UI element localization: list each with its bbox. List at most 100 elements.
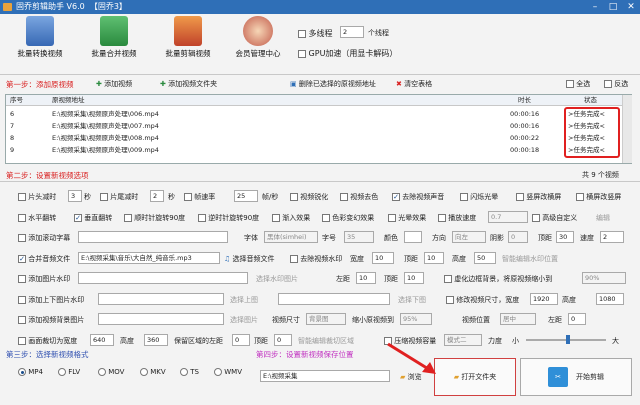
- decolor-checkbox[interactable]: [340, 193, 348, 201]
- bottom-image-input[interactable]: [278, 293, 390, 305]
- color-change-checkbox[interactable]: [322, 214, 330, 222]
- speed2-select[interactable]: 2: [600, 231, 624, 243]
- horizontal-option[interactable]: 横屏改竖屏: [576, 192, 621, 202]
- rot90ccw-checkbox[interactable]: [198, 214, 206, 222]
- font-select[interactable]: 黑体(simhei): [264, 231, 318, 243]
- bg-image-checkbox[interactable]: [18, 316, 26, 324]
- clear-table-button[interactable]: ✖ 清空表格: [396, 79, 432, 89]
- remove-audio-checkbox[interactable]: [392, 193, 400, 201]
- choose-bottom-button[interactable]: 选择下图: [398, 295, 426, 305]
- crop-checkbox[interactable]: [18, 337, 26, 345]
- scroll-sub-input[interactable]: [78, 231, 228, 243]
- mode-select[interactable]: 模式二: [444, 334, 482, 346]
- vflip-option[interactable]: 垂直翻转: [74, 213, 112, 223]
- decolor-option[interactable]: 视频去色: [340, 192, 378, 202]
- start-edit-button[interactable]: ✂ 开始剪辑: [520, 358, 632, 396]
- add-folder-button[interactable]: ✚ 添加视频文件夹: [160, 79, 217, 89]
- batch-convert-button[interactable]: 批量转换视频: [10, 16, 70, 59]
- table-row[interactable]: 7 E:\视频采集\视频原声处理\007.mp4 00:00:16 >任务完成<: [6, 121, 622, 132]
- radio-mp4[interactable]: [18, 368, 26, 376]
- radio-flv[interactable]: [58, 368, 66, 376]
- gpu-option[interactable]: GPU加速（用显卡解码）: [298, 48, 397, 59]
- head-cut-checkbox[interactable]: [18, 193, 26, 201]
- choose-audio-button[interactable]: ♫ 选择音频文件: [224, 254, 275, 264]
- merge-audio-option[interactable]: 合并音频文件: [18, 254, 70, 264]
- hflip-checkbox[interactable]: [18, 214, 26, 222]
- wm-width-input[interactable]: 10: [372, 252, 394, 264]
- edit-button[interactable]: 编辑: [596, 213, 610, 223]
- bg-image-input[interactable]: [98, 313, 224, 325]
- shadow-select[interactable]: 0: [508, 231, 528, 243]
- table-row[interactable]: 9 E:\视频采集\视频原声处理\009.mp4 00:00:18 >任务完成<: [6, 145, 622, 156]
- format-flv[interactable]: FLV: [58, 368, 80, 376]
- radio-wmv[interactable]: [214, 368, 222, 376]
- flash-checkbox[interactable]: [460, 193, 468, 201]
- img-left-input[interactable]: 10: [356, 272, 376, 284]
- radio-ts[interactable]: [180, 368, 188, 376]
- top-image-input[interactable]: [98, 293, 224, 305]
- crop-width-input[interactable]: 640: [90, 334, 114, 346]
- format-mov[interactable]: MOV: [98, 368, 124, 376]
- image-wm-option[interactable]: 添加图片水印: [18, 274, 70, 284]
- tail-cut-input[interactable]: 2: [150, 190, 164, 202]
- remove-wm-checkbox[interactable]: [290, 255, 298, 263]
- modify-res-checkbox[interactable]: [446, 296, 454, 304]
- shrink-select[interactable]: 95%: [400, 313, 432, 325]
- smart-wm-button[interactable]: 智能编辑水印位置: [502, 254, 558, 264]
- blur-bg-option[interactable]: 虚化边框背景，将原视频缩小到: [444, 274, 552, 284]
- remove-selected-button[interactable]: ▣ 删除已选择的原视频地址: [290, 79, 376, 89]
- choose-wm-button[interactable]: 选择水印图片: [256, 274, 298, 284]
- modify-res-option[interactable]: 修改视频尺寸，宽度: [446, 295, 519, 305]
- fps-checkbox[interactable]: [184, 193, 192, 201]
- scroll-sub-checkbox[interactable]: [18, 234, 26, 242]
- crop-option[interactable]: 画面裁切为宽度: [18, 336, 77, 346]
- fade-checkbox[interactable]: [272, 214, 280, 222]
- blur-select[interactable]: 90%: [582, 272, 626, 284]
- advanced-checkbox[interactable]: [532, 214, 540, 222]
- rot90cw-option[interactable]: 顺时针旋转90度: [124, 213, 185, 223]
- keep-top-input[interactable]: 0: [274, 334, 292, 346]
- position-select[interactable]: 居中: [500, 313, 536, 325]
- table-row[interactable]: 8 E:\视频采集\视频原声处理\008.mp4 00:00:22 >任务完成<: [6, 133, 622, 144]
- color-picker[interactable]: [404, 231, 422, 243]
- fade-option[interactable]: 渐入效果: [272, 213, 310, 223]
- select-all-option[interactable]: 全选: [566, 79, 590, 89]
- vflip-checkbox[interactable]: [74, 214, 82, 222]
- image-wm-input[interactable]: [78, 272, 248, 284]
- direction-select[interactable]: 向左: [452, 231, 486, 243]
- blur-bg-checkbox[interactable]: [444, 275, 452, 283]
- topbottom-wm-checkbox[interactable]: [18, 296, 26, 304]
- select-all-checkbox[interactable]: [566, 80, 574, 88]
- radio-mov[interactable]: [98, 368, 106, 376]
- fps-option[interactable]: 帧速率: [184, 192, 215, 202]
- maximize-button[interactable]: □: [604, 1, 622, 13]
- crop-height-input[interactable]: 360: [144, 334, 168, 346]
- flash-option[interactable]: 闪烁光晕: [460, 192, 498, 202]
- img-top-input[interactable]: 10: [404, 272, 424, 284]
- thread-count-input[interactable]: 2: [340, 26, 364, 38]
- left2-input[interactable]: 0: [568, 313, 586, 325]
- close-button[interactable]: ✕: [622, 1, 640, 13]
- format-mp4[interactable]: MP4: [18, 368, 43, 376]
- choose-bg-button[interactable]: 选择图片: [230, 315, 258, 325]
- vertical-option[interactable]: 竖屏改横屏: [516, 192, 561, 202]
- table-scrollbar[interactable]: [622, 95, 632, 163]
- size-select[interactable]: 35: [344, 231, 374, 243]
- remove-audio-option[interactable]: 去除视频声音: [392, 192, 444, 202]
- scroll-sub-option[interactable]: 添加滚动字幕: [18, 233, 70, 243]
- horizontal-checkbox[interactable]: [576, 193, 584, 201]
- advanced-option[interactable]: 高级自定义: [532, 213, 577, 223]
- format-mkv[interactable]: MKV: [140, 368, 166, 376]
- sharpen-option[interactable]: 视频锐化: [290, 192, 328, 202]
- multithread-checkbox[interactable]: [298, 29, 306, 38]
- head-cut-option[interactable]: 片头减时: [18, 192, 56, 202]
- slider-handle[interactable]: [566, 335, 570, 344]
- color-change-option[interactable]: 色彩变幻效果: [322, 213, 374, 223]
- tail-cut-checkbox[interactable]: [100, 193, 108, 201]
- minimize-button[interactable]: –: [586, 1, 604, 13]
- hflip-option[interactable]: 水平翻转: [18, 213, 56, 223]
- multithread-option[interactable]: 多线程: [298, 28, 333, 39]
- speed-option[interactable]: 播放速度: [438, 213, 476, 223]
- sharpen-checkbox[interactable]: [290, 193, 298, 201]
- video-size-select[interactable]: 背景图: [306, 313, 346, 325]
